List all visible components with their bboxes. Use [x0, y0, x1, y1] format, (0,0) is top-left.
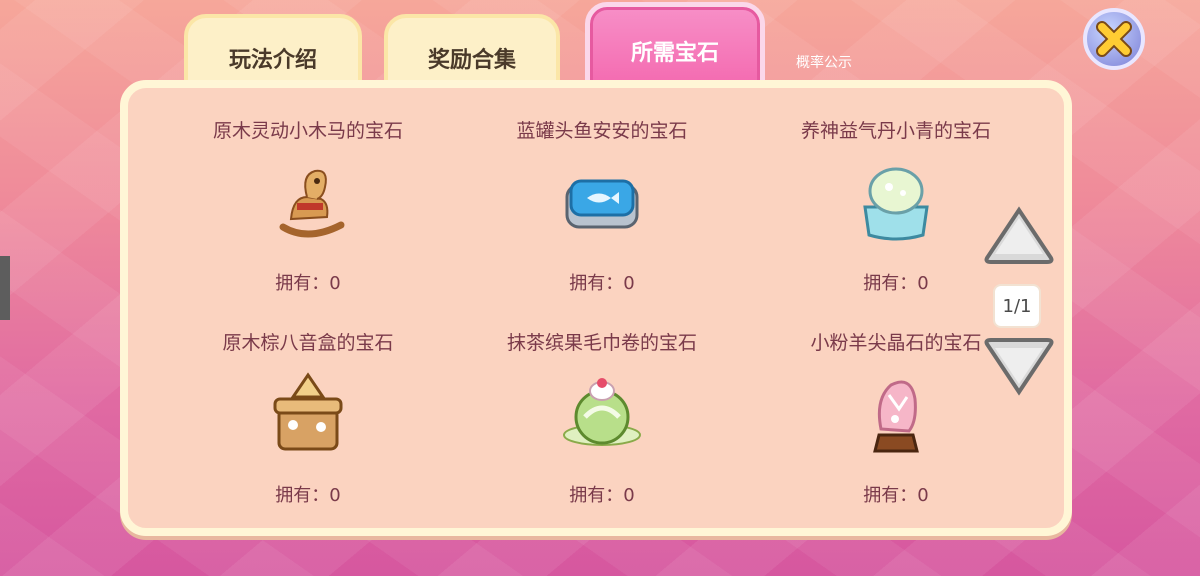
tab-label: 玩法介绍	[228, 48, 317, 73]
owned-count: 拥有：0	[863, 485, 929, 506]
probability-link[interactable]: 概率公示	[796, 52, 852, 72]
owned-count: 拥有：0	[275, 485, 341, 506]
page-up-button[interactable]	[983, 206, 1055, 266]
page-down-button[interactable]	[983, 336, 1055, 396]
gem-card[interactable]: 蓝罐头鱼安安的宝石 拥有：0	[462, 116, 742, 316]
music-box-icon	[273, 372, 343, 451]
pink-crystal-icon	[873, 380, 919, 453]
gem-name: 原木棕八音盒的宝石	[222, 332, 394, 354]
elixir-pill-icon	[863, 167, 929, 241]
gem-name: 抹茶缤果毛巾卷的宝石	[506, 332, 697, 354]
gem-card[interactable]: 抹茶缤果毛巾卷的宝石 拥有：0	[462, 328, 742, 528]
side-drawer-handle[interactable]	[0, 256, 10, 320]
arrow-up-icon	[984, 206, 1054, 264]
owned-count: 拥有：0	[569, 273, 635, 294]
gem-grid: 原木灵动小木马的宝石 拥有：0 蓝罐头鱼安安的宝石 拥有：0 养神益气丹小青的宝…	[168, 116, 1048, 536]
close-icon	[1096, 21, 1132, 57]
tab-label: 奖励合集	[427, 48, 516, 73]
gem-card[interactable]: 原木棕八音盒的宝石 拥有：0	[168, 328, 448, 528]
owned-count: 拥有：0	[569, 485, 635, 506]
tab-required-gems[interactable]: 所需宝石	[585, 2, 765, 92]
gem-name: 原木灵动小木马的宝石	[212, 120, 403, 142]
gem-name: 蓝罐头鱼安安的宝石	[516, 120, 688, 142]
owned-count: 拥有：0	[275, 273, 341, 294]
matcha-roll-icon	[563, 378, 641, 446]
wooden-horse-icon	[279, 169, 345, 238]
tab-label: 所需宝石	[630, 41, 719, 66]
fish-can-icon	[565, 179, 639, 229]
arrow-down-icon	[984, 338, 1054, 396]
gem-card[interactable]: 原木灵动小木马的宝石 拥有：0	[168, 116, 448, 316]
gem-panel: 原木灵动小木马的宝石 拥有：0 蓝罐头鱼安安的宝石 拥有：0 养神益气丹小青的宝…	[120, 80, 1072, 536]
page-indicator: 1/1	[993, 284, 1041, 328]
gem-name: 养神益气丹小青的宝石	[800, 120, 991, 142]
close-button[interactable]	[1083, 8, 1145, 70]
